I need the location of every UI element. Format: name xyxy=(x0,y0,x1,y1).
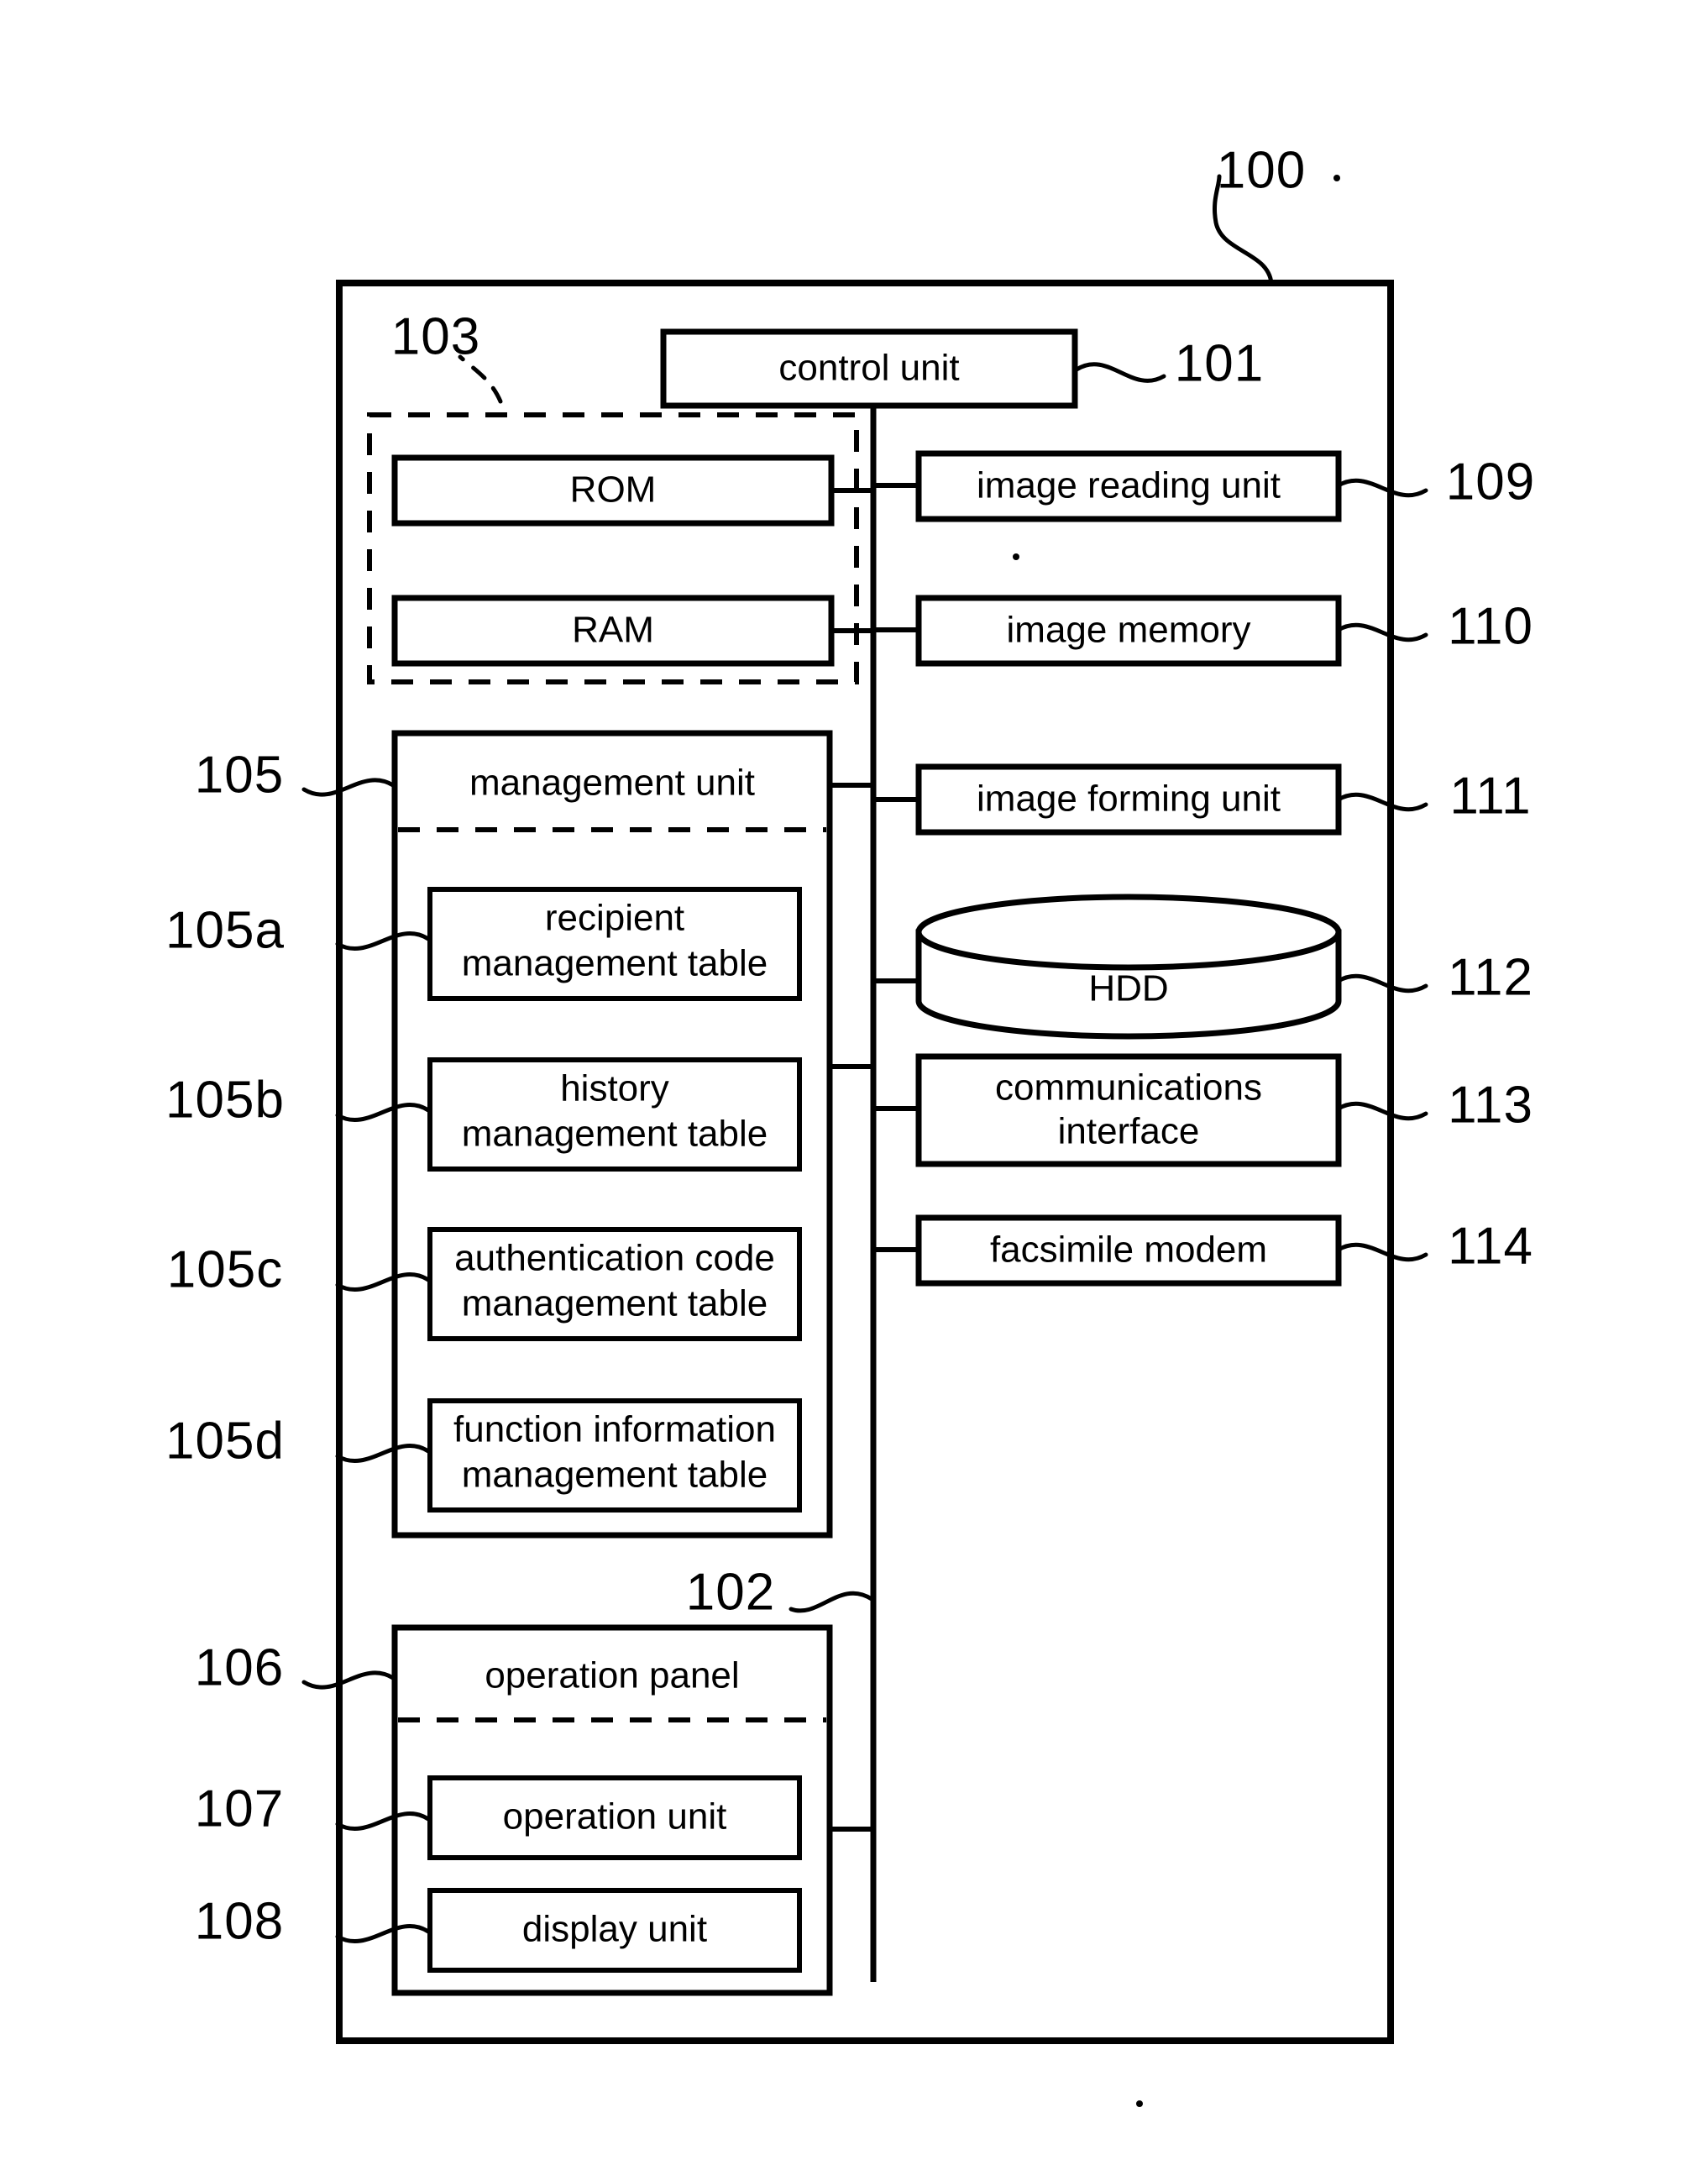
display-unit-label: display unit xyxy=(522,1909,707,1950)
image-reading-unit-label: image reading unit xyxy=(977,465,1281,506)
ref-number-110: 110 xyxy=(1448,597,1533,655)
ref-number-100: 100 xyxy=(1217,141,1306,199)
ref-number-106: 106 xyxy=(195,1638,284,1696)
block-diagram-svg: 100 102 control unit 101 103 ROM RAM man… xyxy=(165,141,1535,2107)
patent-figure-canvas: 100 102 control unit 101 103 ROM RAM man… xyxy=(0,0,1708,2160)
ref-number-107: 107 xyxy=(195,1780,284,1838)
facsimile-modem-label: facsimile modem xyxy=(990,1229,1267,1271)
auth-code-management-table-line1: authentication code xyxy=(454,1238,775,1279)
ref-number-105c: 105c xyxy=(167,1240,283,1298)
history-management-table-line2: management table xyxy=(462,1114,768,1155)
ref-number-105a: 105a xyxy=(165,901,285,959)
auth-code-management-table-line2: management table xyxy=(462,1283,768,1324)
hdd-cylinder-top xyxy=(915,894,1342,971)
function-info-management-table-line2: management table xyxy=(462,1455,768,1496)
ref-number-111: 111 xyxy=(1449,767,1531,825)
operation-panel-label: operation panel xyxy=(485,1655,739,1696)
stray-dot-top xyxy=(1333,175,1340,181)
ref-number-105b: 105b xyxy=(165,1071,285,1129)
operation-unit-label: operation unit xyxy=(503,1796,727,1838)
ref-number-108: 108 xyxy=(195,1892,284,1950)
communications-interface-line2: interface xyxy=(1058,1111,1200,1152)
function-info-management-table-line1: function information xyxy=(453,1409,776,1450)
recipient-management-table-line1: recipient xyxy=(545,898,684,939)
ref-number-112: 112 xyxy=(1448,948,1533,1006)
control-unit-label: control unit xyxy=(778,348,959,389)
ref-number-101: 101 xyxy=(1175,334,1264,392)
stray-dot-mid xyxy=(1013,553,1019,560)
ref-number-113: 113 xyxy=(1448,1076,1533,1134)
ref-number-103: 103 xyxy=(391,307,480,365)
image-memory-label: image memory xyxy=(1007,610,1251,651)
communications-interface-line1: communications xyxy=(995,1067,1262,1109)
ref-number-105: 105 xyxy=(195,746,284,804)
ref-number-105d: 105d xyxy=(165,1412,285,1470)
stray-dot-bottom xyxy=(1136,2100,1143,2107)
ref-number-102: 102 xyxy=(686,1563,775,1621)
ref-number-109: 109 xyxy=(1446,453,1535,511)
ram-label: RAM xyxy=(572,610,654,651)
ref-number-114: 114 xyxy=(1448,1217,1533,1275)
image-forming-unit-label: image forming unit xyxy=(977,779,1281,820)
management-unit-label: management unit xyxy=(469,763,755,804)
rom-label: ROM xyxy=(570,469,657,511)
recipient-management-table-line2: management table xyxy=(462,943,768,984)
hdd-label: HDD xyxy=(1088,968,1168,1009)
history-management-table-line1: history xyxy=(560,1068,669,1109)
